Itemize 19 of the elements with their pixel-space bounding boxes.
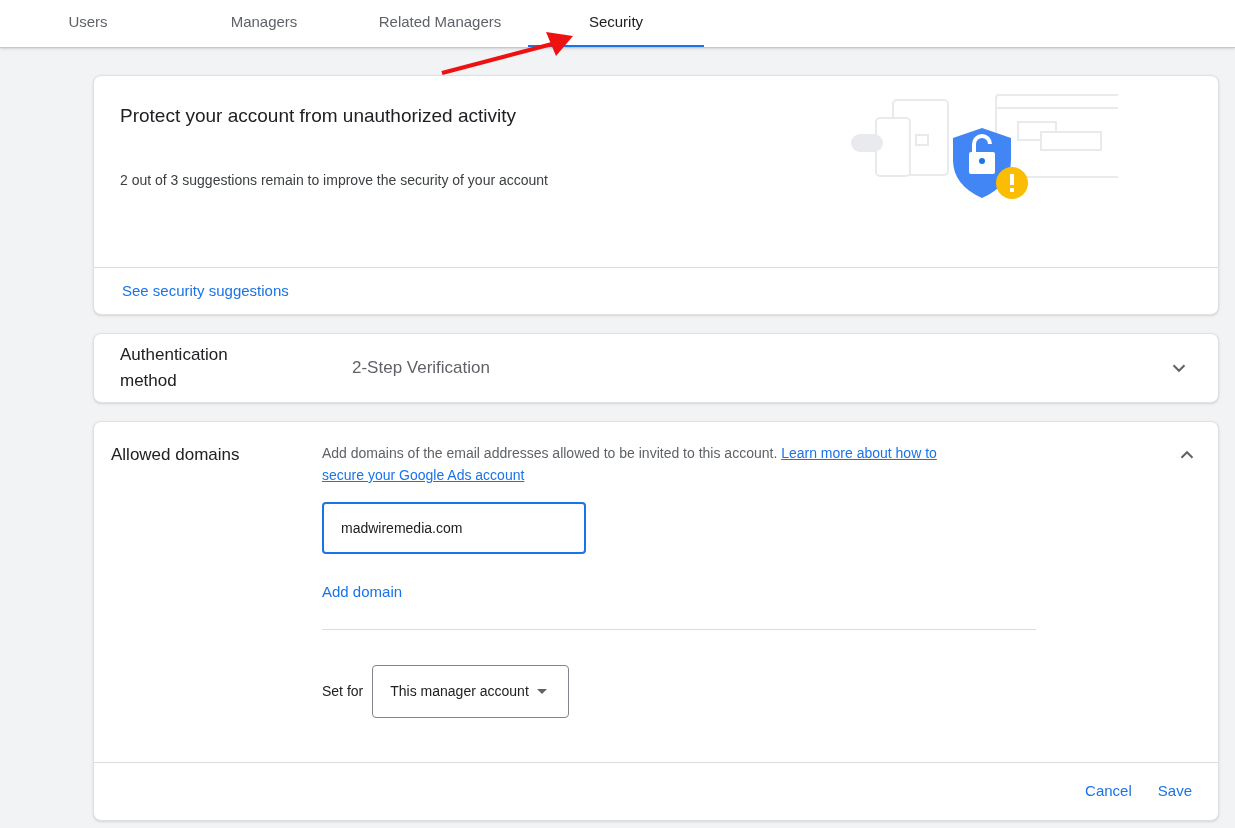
- set-for-dropdown[interactable]: This manager account: [372, 665, 570, 718]
- tab[interactable]: Users: [0, 0, 176, 47]
- section-value: 2-Step Verification: [352, 357, 491, 380]
- dropdown-caret-icon: [536, 689, 547, 694]
- footer-action-button[interactable]: Cancel: [1073, 772, 1144, 811]
- learn-more-link[interactable]: secure your Google Ads account: [322, 467, 525, 483]
- footer-action-button[interactable]: Save: [1145, 772, 1204, 811]
- add-domain-link[interactable]: Add domain: [322, 583, 403, 600]
- card-title: Protect your account from unauthorized activity: [120, 104, 518, 128]
- section-label: Authentication method: [120, 344, 229, 392]
- domain-input-field[interactable]: madwiremedia.com: [322, 502, 586, 554]
- tab[interactable]: Managers: [176, 0, 352, 47]
- tab[interactable]: Related Managers: [352, 0, 528, 47]
- see-suggestions-link[interactable]: See security suggestions: [122, 279, 289, 303]
- domains-description: Add domains of the email addresses allowed to be invited to this account. Learn more about how to secure your Google Ads account: [322, 444, 938, 485]
- section-label: Allowed domains: [111, 444, 241, 466]
- card-subtitle: 2 out of 3 suggestions remain to improve the security of your account: [120, 170, 548, 190]
- set-for-label: Set for: [322, 682, 364, 701]
- learn-more-link[interactable]: Learn more about how to: [781, 445, 937, 461]
